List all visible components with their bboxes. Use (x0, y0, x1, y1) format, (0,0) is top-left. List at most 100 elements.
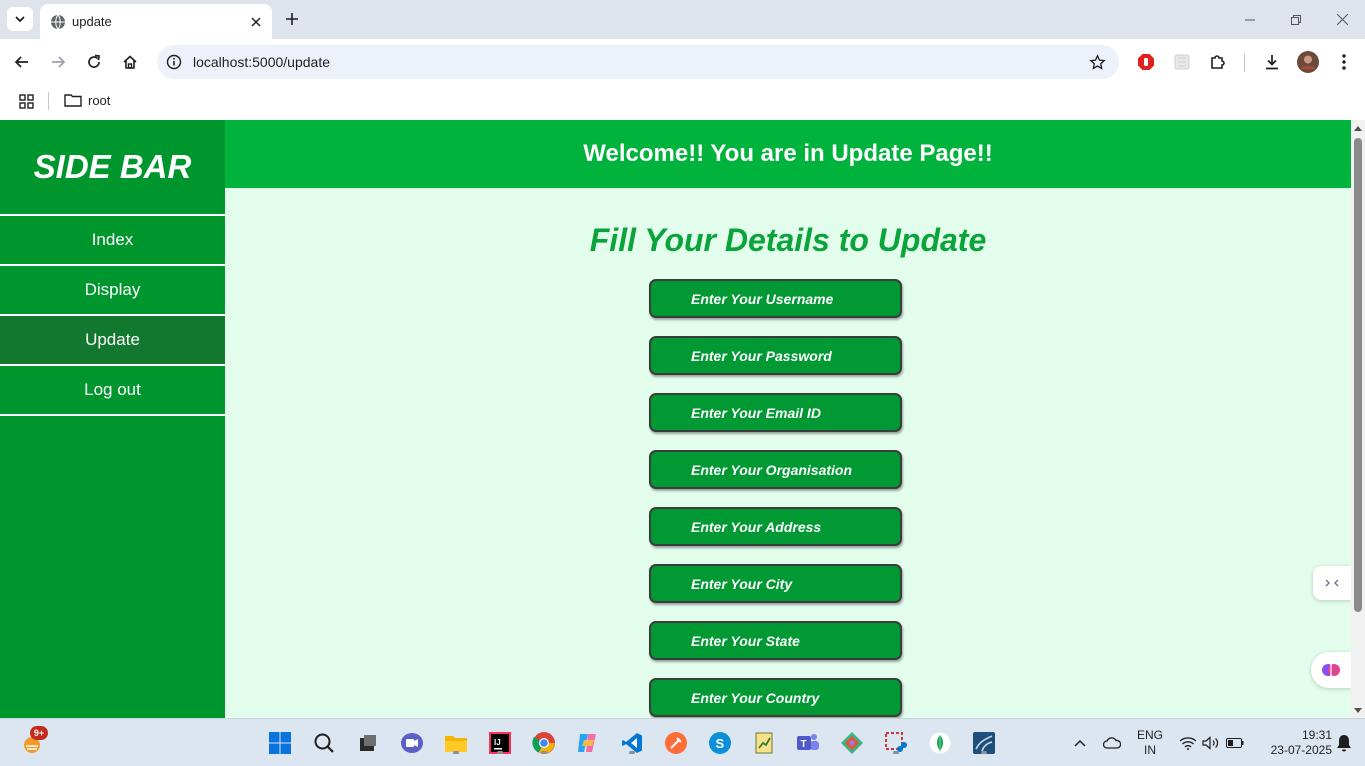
svg-text:T: T (801, 739, 807, 750)
home-icon[interactable] (117, 49, 143, 75)
windows-taskbar: 9+ IJ S T ENG IN 19:31 23-07-2025 (0, 718, 1365, 766)
task-view-icon[interactable] (354, 729, 382, 757)
form-title: Fill Your Details to Update (589, 222, 987, 258)
snipping-tool-icon[interactable] (882, 729, 910, 757)
running-indicator (893, 751, 899, 754)
address-bar[interactable]: localhost:5000/update (157, 45, 1119, 79)
chevron-up-icon[interactable] (1066, 729, 1094, 757)
bookmarks-bar: root (0, 85, 1365, 120)
sidebar: SIDE BAR Index Display Update Log out (0, 120, 225, 718)
download-icon[interactable] (1259, 49, 1285, 75)
svg-text:S: S (716, 736, 725, 751)
back-arrow-icon[interactable] (9, 49, 35, 75)
username-input[interactable] (691, 290, 900, 307)
tab-search-button[interactable] (7, 7, 33, 31)
file-explorer-icon[interactable] (442, 729, 470, 757)
page-scrollbar[interactable] (1351, 120, 1365, 718)
update-form (649, 279, 902, 718)
extensions-puzzle-icon[interactable] (1205, 49, 1231, 75)
forward-arrow-icon[interactable] (45, 49, 71, 75)
region-code: IN (1144, 743, 1156, 757)
more-menu-icon[interactable] (1331, 49, 1357, 75)
sidebar-item-update[interactable]: Update (0, 316, 225, 366)
email-input[interactable] (691, 404, 900, 421)
clock-time: 19:31 (1301, 728, 1332, 742)
battery-icon[interactable] (1221, 729, 1249, 757)
profile-avatar[interactable] (1295, 49, 1321, 75)
scrollbar-thumb[interactable] (1354, 138, 1362, 612)
intellij-idea-icon[interactable]: IJ (486, 729, 514, 757)
language-indicator[interactable]: ENG IN (1134, 728, 1166, 758)
organisation-input[interactable] (691, 461, 900, 478)
country-input[interactable] (691, 689, 900, 706)
clock-date: 23-07-2025 (1270, 743, 1332, 757)
sidebar-item-index[interactable]: Index (0, 216, 225, 266)
new-tab-plus-icon[interactable] (282, 9, 302, 29)
username-field-box (649, 279, 902, 318)
close-tab-icon[interactable] (246, 12, 266, 32)
adblock-extension-icon[interactable] (1133, 49, 1159, 75)
city-input[interactable] (691, 575, 900, 592)
apps-grid-icon[interactable] (16, 91, 36, 111)
state-input[interactable] (691, 632, 900, 649)
password-field-box (649, 336, 902, 375)
email-field-box (649, 393, 902, 432)
clock[interactable]: 19:31 23-07-2025 (1252, 728, 1332, 758)
browser-tab-bar: update (0, 0, 1365, 39)
minimize-icon[interactable] (1227, 0, 1273, 39)
folder-icon (64, 93, 82, 107)
close-window-icon[interactable] (1319, 0, 1365, 39)
address-field-box (649, 507, 902, 546)
skype-icon[interactable]: S (706, 729, 734, 757)
side-panel-toggle-icon[interactable] (1313, 566, 1351, 600)
onedrive-cloud-icon[interactable] (1098, 729, 1126, 757)
main-content: Welcome!! You are in Update Page!! Fill … (225, 120, 1351, 718)
postman-icon[interactable] (662, 729, 690, 757)
restore-icon[interactable] (1273, 0, 1319, 39)
password-input[interactable] (691, 347, 900, 364)
site-info-icon[interactable] (165, 53, 183, 71)
mysql-workbench-icon[interactable] (970, 729, 998, 757)
notification-bell-icon[interactable] (1330, 729, 1358, 757)
git-diamond-icon[interactable] (838, 729, 866, 757)
copilot-icon[interactable] (574, 729, 602, 757)
teams-icon[interactable]: T (794, 729, 822, 757)
globe-icon (50, 14, 66, 30)
svg-text:IJ: IJ (494, 738, 501, 747)
tab-title: update (72, 14, 112, 29)
running-indicator (541, 751, 547, 754)
scroll-up-arrow-icon[interactable] (1353, 123, 1363, 133)
browser-tab-update[interactable]: update (40, 4, 272, 39)
notification-badge: 9+ (30, 726, 48, 740)
browser-toolbar: localhost:5000/update (0, 39, 1365, 85)
address-input[interactable] (691, 518, 900, 535)
toolbar-divider (1244, 54, 1245, 72)
sidebar-item-logout[interactable]: Log out (0, 366, 225, 416)
mongodb-leaf-icon[interactable] (926, 729, 954, 757)
running-indicator (629, 751, 635, 754)
scroll-down-arrow-icon[interactable] (1353, 706, 1363, 716)
extension-grid-icon[interactable] (1169, 49, 1195, 75)
ai-assistant-brain-icon[interactable] (1311, 652, 1351, 688)
bookmark-star-icon[interactable] (1085, 50, 1109, 74)
vscode-icon[interactable] (618, 729, 646, 757)
chevron-down-icon (15, 16, 25, 23)
state-field-box (649, 621, 902, 660)
running-indicator (981, 751, 987, 754)
running-indicator (453, 751, 459, 754)
url-text: localhost:5000/update (193, 54, 330, 70)
language-code: ENG (1136, 728, 1163, 742)
bookmark-folder-root[interactable]: root (64, 89, 110, 111)
search-icon[interactable] (310, 729, 338, 757)
window-controls (1227, 0, 1365, 39)
running-indicator (497, 751, 503, 754)
meet-video-icon[interactable] (398, 729, 426, 757)
reload-icon[interactable] (81, 49, 107, 75)
country-field-box (649, 678, 902, 717)
chrome-icon[interactable] (530, 729, 558, 757)
bookmark-label: root (88, 92, 111, 108)
city-field-box (649, 564, 902, 603)
sidebar-item-display[interactable]: Display (0, 266, 225, 316)
notepad-chart-icon[interactable] (750, 729, 778, 757)
windows-start-icon[interactable] (266, 729, 294, 757)
